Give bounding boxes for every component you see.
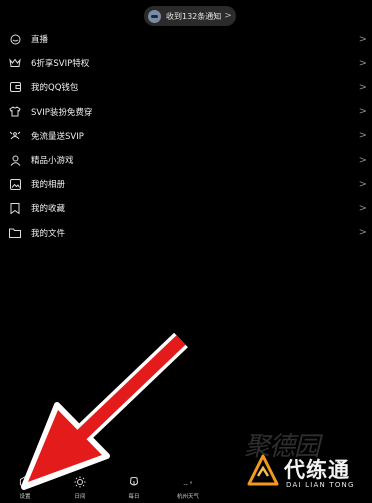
annotation-arrow: [21, 332, 188, 490]
